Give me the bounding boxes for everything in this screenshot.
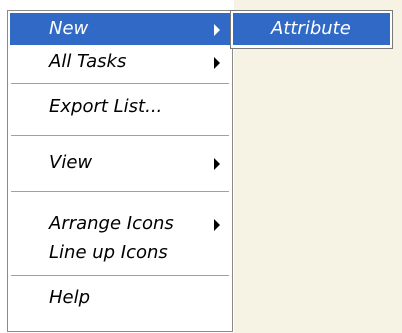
submenu-arrow-icon xyxy=(214,24,220,36)
menu-item-label: New xyxy=(49,18,89,39)
menu-item-label: View xyxy=(49,152,93,173)
menu-item-label: Line up Icons xyxy=(49,242,168,263)
submenu-new: Attribute xyxy=(230,10,393,49)
submenu-arrow-icon xyxy=(214,57,220,69)
submenu-item-label: Attribute xyxy=(271,18,351,39)
menu-item-export-list[interactable]: Export List... xyxy=(10,91,230,123)
menu-separator xyxy=(11,83,229,84)
menu-item-view[interactable]: View xyxy=(10,147,230,179)
menu-separator xyxy=(11,191,229,192)
menu-item-arrange-icons[interactable]: Arrange Icons xyxy=(10,208,230,240)
menu-separator xyxy=(11,275,229,276)
menu-item-label: Export List... xyxy=(49,96,163,117)
submenu-item-attribute[interactable]: Attribute xyxy=(233,13,390,45)
background-pane xyxy=(234,0,402,333)
menu-item-label: Help xyxy=(49,287,91,308)
menu-item-new[interactable]: New xyxy=(10,13,230,45)
menu-item-label: Arrange Icons xyxy=(49,213,174,234)
submenu-arrow-icon xyxy=(214,219,220,231)
submenu-arrow-icon xyxy=(214,158,220,170)
menu-item-help[interactable]: Help xyxy=(10,282,230,314)
menu-item-all-tasks[interactable]: All Tasks xyxy=(10,46,230,78)
menu-item-label: All Tasks xyxy=(49,51,127,72)
menu-separator xyxy=(11,135,229,136)
menu-item-line-up-icons[interactable]: Line up Icons xyxy=(10,237,230,269)
context-menu: New All Tasks Export List... View Arrang… xyxy=(7,10,233,332)
